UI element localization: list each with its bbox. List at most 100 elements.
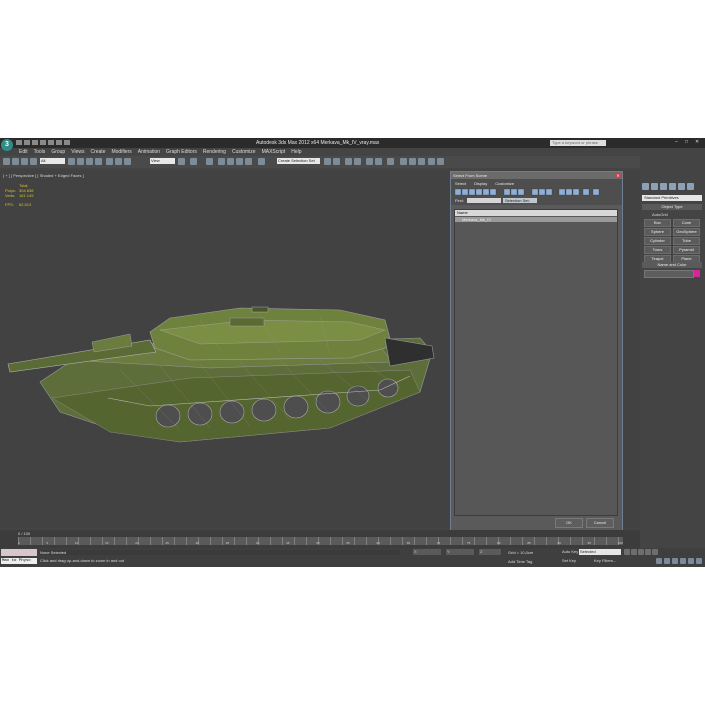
menu-tools[interactable]: Tools: [31, 148, 49, 156]
pan-icon[interactable]: [680, 558, 686, 564]
percent-snap-icon[interactable]: [236, 158, 243, 165]
display-filter-icons[interactable]: [451, 188, 611, 197]
object-name-field[interactable]: [644, 270, 694, 278]
zoom-icon[interactable]: [656, 558, 662, 564]
move-icon[interactable]: [106, 158, 113, 165]
rectangle-selection-icon[interactable]: [86, 158, 93, 165]
mirror-icon[interactable]: [324, 158, 331, 165]
box-button[interactable]: Box: [644, 219, 671, 227]
angle-snap-icon[interactable]: [227, 158, 234, 165]
torus-button[interactable]: Torus: [644, 246, 671, 254]
add-time-tag[interactable]: Add Time Tag: [508, 559, 532, 564]
cone-button[interactable]: Cone: [673, 219, 700, 227]
align-icon[interactable]: [333, 158, 340, 165]
tank-model[interactable]: [0, 170, 440, 470]
dialog-menu-display[interactable]: Display: [474, 181, 487, 186]
previous-frame-icon[interactable]: [631, 549, 637, 555]
x-coordinate-field[interactable]: X:: [413, 549, 441, 555]
hold-icon[interactable]: [56, 140, 62, 145]
autogrid-checkbox[interactable]: AutoGrid: [652, 212, 668, 217]
geosphere-button[interactable]: GeoSphere: [673, 228, 700, 236]
keyboard-shortcut-icon[interactable]: [206, 158, 213, 165]
menu-help[interactable]: Help: [288, 148, 304, 156]
search-input[interactable]: Type a keyword or phrase: [550, 140, 606, 146]
utilities-tab-icon[interactable]: [687, 183, 694, 190]
dialog-menu-customize[interactable]: Customize: [495, 181, 514, 186]
scale-icon[interactable]: [124, 158, 131, 165]
ok-button[interactable]: OK: [555, 518, 583, 528]
pyramid-button[interactable]: Pyramid: [673, 246, 700, 254]
create-tab-icon[interactable]: [642, 183, 649, 190]
material-editor-icon[interactable]: [387, 158, 394, 165]
bind-space-warp-icon[interactable]: [30, 158, 37, 165]
orbit-icon[interactable]: [688, 558, 694, 564]
fetch-icon[interactable]: [64, 140, 70, 145]
scene-object-list[interactable]: Name Merkava_Mk_IV: [454, 209, 618, 516]
render-setup-icon[interactable]: [400, 158, 407, 165]
teapot-render-icon[interactable]: [437, 158, 444, 165]
menu-maxscript[interactable]: MAXScript: [259, 148, 289, 156]
named-selection-dropdown[interactable]: Create Selection Set: [277, 158, 320, 164]
minimize-icon[interactable]: –: [675, 139, 682, 145]
zoom-extents-icon[interactable]: [672, 558, 678, 564]
primitive-category-dropdown[interactable]: Standard Primitives: [642, 195, 702, 201]
motion-tab-icon[interactable]: [669, 183, 676, 190]
maxscript-listener-top[interactable]: [1, 549, 37, 556]
pivot-center-icon[interactable]: [178, 158, 185, 165]
new-file-icon[interactable]: [16, 140, 22, 145]
go-to-start-icon[interactable]: [624, 549, 630, 555]
name-and-color-rollout[interactable]: Name and Color: [642, 262, 702, 268]
menu-views[interactable]: Views: [68, 148, 87, 156]
open-file-icon[interactable]: [24, 140, 30, 145]
close-icon[interactable]: ✕: [695, 139, 702, 145]
save-file-icon[interactable]: [32, 140, 38, 145]
display-tab-icon[interactable]: [678, 183, 685, 190]
name-column-header[interactable]: Name: [455, 210, 617, 216]
redo-icon[interactable]: [48, 140, 54, 145]
go-to-end-icon[interactable]: [652, 549, 658, 555]
find-input[interactable]: [467, 198, 501, 203]
curve-editor-icon[interactable]: [366, 158, 373, 165]
edit-named-selection-icon[interactable]: [258, 158, 265, 165]
reference-coordinate-dropdown[interactable]: View: [150, 158, 175, 164]
object-color-swatch[interactable]: [694, 270, 700, 277]
sphere-button[interactable]: Sphere: [644, 228, 671, 236]
cylinder-button[interactable]: Cylinder: [644, 237, 671, 245]
key-filters-button[interactable]: Key Filters...: [594, 558, 616, 563]
dialog-menu-select[interactable]: Select: [455, 181, 466, 186]
select-object-icon[interactable]: [68, 158, 75, 165]
maxscript-listener-input[interactable]: Max to Physc: [1, 558, 37, 564]
modify-tab-icon[interactable]: [651, 183, 658, 190]
redo-tool-icon[interactable]: [12, 158, 19, 165]
maximize-viewport-icon[interactable]: [696, 558, 702, 564]
play-icon[interactable]: [638, 549, 644, 555]
selection-filter-dropdown[interactable]: All: [40, 158, 65, 164]
set-key-button[interactable]: Set Key: [562, 558, 576, 563]
list-item[interactable]: Merkava_Mk_IV: [455, 217, 617, 222]
menu-rendering[interactable]: Rendering: [200, 148, 229, 156]
hierarchy-tab-icon[interactable]: [660, 183, 667, 190]
cancel-button[interactable]: Cancel: [586, 518, 614, 528]
tube-button[interactable]: Tube: [673, 237, 700, 245]
graphite-ribbon-icon[interactable]: [354, 158, 361, 165]
schematic-view-icon[interactable]: [375, 158, 382, 165]
render-iterative-icon[interactable]: [428, 158, 435, 165]
zoom-all-icon[interactable]: [664, 558, 670, 564]
link-icon[interactable]: [21, 158, 28, 165]
undo-tool-icon[interactable]: [3, 158, 10, 165]
next-frame-icon[interactable]: [645, 549, 651, 555]
spinner-snap-icon[interactable]: [245, 158, 252, 165]
time-slider[interactable]: 0 / 100 0 5 10 15 20 25 30 35 40 45 50 55 60 65 70 75 80…: [0, 530, 640, 548]
menu-animation[interactable]: Animation: [135, 148, 163, 156]
key-selection-dropdown[interactable]: Selected: [579, 549, 621, 555]
menu-group[interactable]: Group: [48, 148, 68, 156]
y-coordinate-field[interactable]: Y:: [446, 549, 474, 555]
z-coordinate-field[interactable]: Z:: [479, 549, 501, 555]
snaps-toggle-icon[interactable]: [218, 158, 225, 165]
dialog-close-icon[interactable]: ✕: [615, 173, 621, 178]
menu-edit[interactable]: Edit: [16, 148, 31, 156]
select-manipulate-icon[interactable]: [190, 158, 197, 165]
undo-icon[interactable]: [40, 140, 46, 145]
auto-key-button[interactable]: Auto Key: [562, 549, 578, 554]
rendered-frame-window-icon[interactable]: [409, 158, 416, 165]
